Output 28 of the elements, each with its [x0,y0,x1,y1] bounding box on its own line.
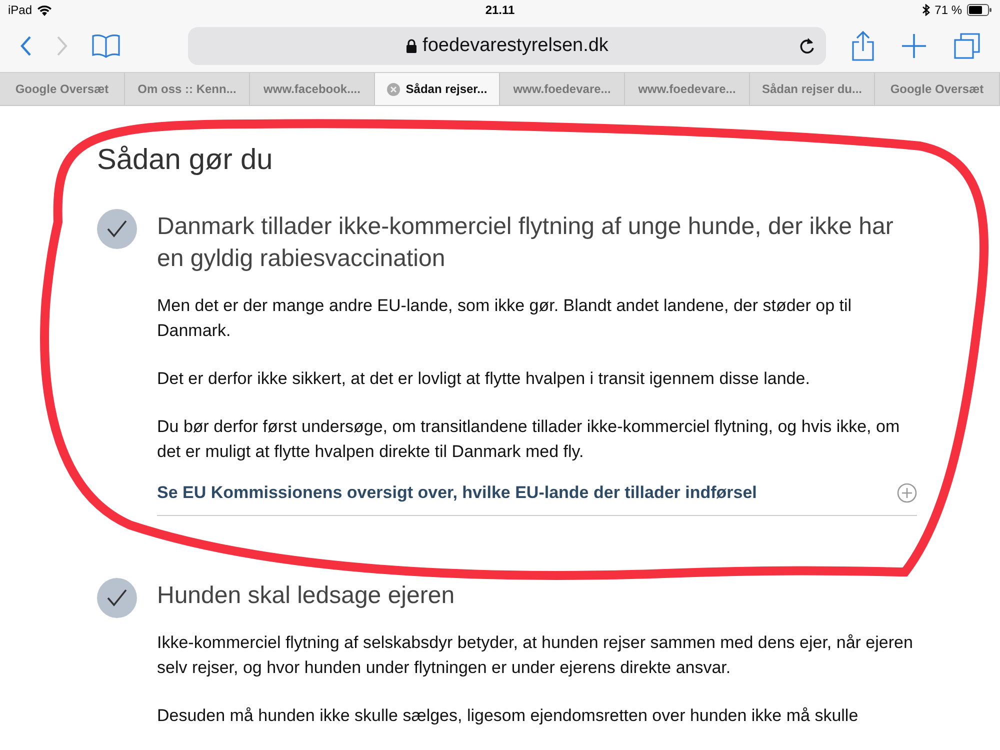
section-title: Hunden skal ledsage ejeren [157,581,456,611]
battery-icon [967,4,992,16]
share-icon[interactable] [852,31,874,61]
plus-icon[interactable] [902,34,926,58]
close-icon[interactable] [386,82,400,96]
paragraph: Du bør derfor først undersøge, om transitlandene tillader ikke-kommerciel flytning, og hvis ikke, om det er muligt at flytte hvalpen direkte til Danmark med fly. [157,416,901,463]
reload-icon[interactable] [798,36,816,56]
bluetooth-icon [922,4,930,16]
battery-percent: 71 % [934,3,962,17]
clock-time: 21.11 [485,3,515,17]
paragraph: Desuden må hunden ikke skulle sælges, ligesom ejendomsretten over hunden ikke må skulle [157,705,860,727]
checkmark-icon [107,589,127,607]
paragraph: Men det er der mange andre EU-lande, som ikke gør. Blandt andet landene, der støder op til Danmark. [157,295,853,342]
link[interactable]: Se EU Kommissionens oversigt over, hvilke EU-lande der tillader indførsel [157,483,757,503]
book-icon[interactable] [92,34,120,58]
page-heading: Sådan gør du [97,144,274,177]
plus-circle-icon[interactable] [897,483,917,503]
browser-tab[interactable]: Sådan rejser... [375,73,500,105]
back-icon[interactable] [20,36,32,56]
wifi-icon [37,4,52,16]
device-name: iPad [8,3,32,17]
paragraph: Ikke-kommerciel flytning af selskabsdyr betyder, at hunden rejser sammen med dens ejer, når ejeren selv rejser, og hvor hunden under flytningen er under ejerens direkte ansvar. [157,632,914,679]
section-title: Danmark tillader ikke-kommerciel flytning af unge hunde, der ikke har en gyldig rabiesvaccination [157,212,894,274]
tabs-icon[interactable] [954,33,980,59]
checkmark-icon [107,220,127,238]
paragraph: Det er derfor ikke sikkert, at det er lovligt at flytte hvalpen i transit igennem disse lande. [157,368,811,390]
address-bar[interactable]: foedevarestyrelsen.dk [188,27,826,65]
lock-icon [406,39,417,53]
